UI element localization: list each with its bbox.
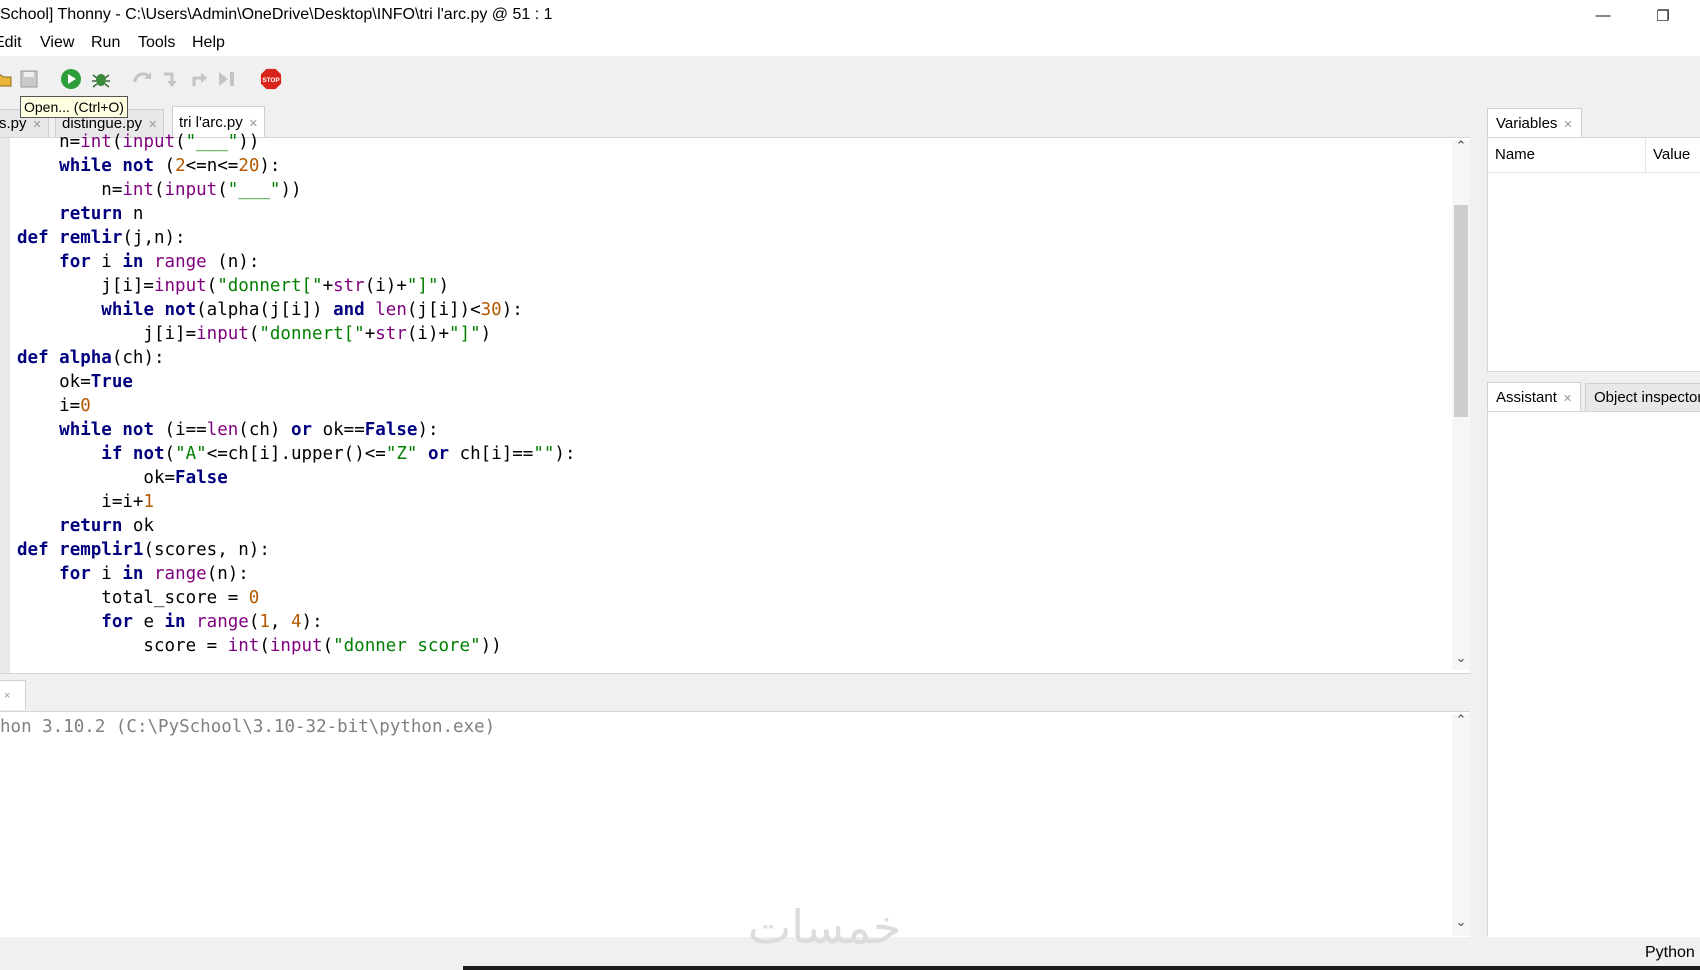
tab-object-inspector[interactable]: Object inspector — [1585, 383, 1700, 411]
code-line[interactable]: def remplir1(scores, n): — [17, 538, 576, 562]
menu-bar: Edit View Run Tools Help — [0, 31, 1700, 56]
code-area[interactable]: n=int(input("___")) while not (2<=n<=20)… — [17, 130, 576, 658]
minimize-button[interactable]: — — [1580, 0, 1626, 31]
step-over-icon[interactable] — [132, 68, 154, 90]
close-icon[interactable]: ✕ — [1563, 119, 1572, 131]
tab-label: tri l'arc.py — [179, 114, 243, 131]
close-icon[interactable]: ✕ — [249, 118, 258, 130]
shell-tab-bar — [0, 673, 1470, 712]
code-line[interactable]: j[i]=input("donnert["+str(i)+"]") — [17, 274, 576, 298]
code-line[interactable]: while not (i==len(ch) or ok==False): — [17, 418, 576, 442]
code-line[interactable]: n=int(input("___")) — [17, 130, 576, 154]
tooltip: Open... (Ctrl+O) — [20, 96, 128, 118]
save-icon[interactable] — [18, 68, 40, 90]
code-line[interactable]: i=i+1 — [17, 490, 576, 514]
window-title: School] Thonny - C:\Users\Admin\OneDrive… — [0, 6, 553, 23]
code-line[interactable]: for i in range (n): — [17, 250, 576, 274]
debug-icon[interactable] — [90, 68, 112, 90]
open-icon[interactable] — [0, 68, 14, 90]
step-out-icon[interactable] — [188, 68, 210, 90]
code-line[interactable]: def alpha(ch): — [17, 346, 576, 370]
stop-icon[interactable]: STOP — [260, 68, 282, 90]
close-icon[interactable]: × — [4, 690, 10, 702]
code-line[interactable]: while not (2<=n<=20): — [17, 154, 576, 178]
column-value[interactable]: Value — [1653, 146, 1690, 163]
toolbar: STOP — [0, 56, 1700, 100]
scroll-down-icon[interactable]: ⌄ — [1452, 650, 1470, 666]
code-line[interactable]: n=int(input("___")) — [17, 178, 576, 202]
menu-view[interactable]: View — [40, 34, 74, 52]
close-icon[interactable]: ✕ — [1563, 393, 1572, 405]
code-line[interactable]: return n — [17, 202, 576, 226]
variables-header: Name Value — [1488, 138, 1700, 173]
code-editor[interactable]: n=int(input("___")) while not (2<=n<=20)… — [0, 132, 1470, 673]
tab-label: Variables — [1496, 115, 1558, 132]
variables-panel: Name Value — [1487, 137, 1700, 372]
tab-assistant[interactable]: Assistant ✕ — [1487, 382, 1582, 412]
code-line[interactable]: def remlir(j,n): — [17, 226, 576, 250]
code-line[interactable]: total_score = 0 — [17, 586, 576, 610]
resume-icon[interactable] — [216, 68, 238, 90]
code-line[interactable]: ok=False — [17, 466, 576, 490]
scroll-thumb[interactable] — [1454, 205, 1468, 417]
code-line[interactable]: i=0 — [17, 394, 576, 418]
taskbar-edge — [463, 966, 1700, 970]
menu-tools[interactable]: Tools — [138, 34, 175, 52]
code-line[interactable]: while not(alpha(j[i]) and len(j[i])<30): — [17, 298, 576, 322]
code-line[interactable]: score = int(input("donner score")) — [17, 634, 576, 658]
menu-edit[interactable]: Edit — [0, 34, 22, 52]
shell-panel[interactable]: hon 3.10.2 (C:\PySchool\3.10-32-bit\pyth… — [0, 711, 1470, 938]
watermark: خمسات — [748, 900, 902, 954]
title-bar: School] Thonny - C:\Users\Admin\OneDrive… — [0, 0, 1700, 31]
code-line[interactable]: return ok — [17, 514, 576, 538]
scroll-down-icon[interactable]: ⌄ — [1452, 914, 1470, 930]
tab-label: Assistant — [1496, 389, 1557, 406]
stop-label: STOP — [262, 77, 280, 84]
column-divider[interactable] — [1645, 138, 1646, 172]
code-line[interactable]: for e in range(1, 4): — [17, 610, 576, 634]
code-line[interactable]: if not("A"<=ch[i].upper()<="Z" or ch[i]=… — [17, 442, 575, 466]
column-name[interactable]: Name — [1495, 146, 1535, 163]
tab-variables[interactable]: Variables ✕ — [1487, 108, 1582, 138]
scroll-up-icon[interactable]: ⌃ — [1452, 712, 1470, 728]
run-icon[interactable] — [60, 68, 82, 90]
scroll-up-icon[interactable]: ⌃ — [1452, 138, 1470, 154]
code-line[interactable]: j[i]=input("donnert["+str(i)+"]") — [17, 322, 576, 346]
line-gutter — [0, 138, 10, 673]
code-line[interactable]: for i in range(n): — [17, 562, 576, 586]
step-into-icon[interactable] — [160, 68, 182, 90]
code-line[interactable]: ok=True — [17, 370, 576, 394]
shell-banner: hon 3.10.2 (C:\PySchool\3.10-32-bit\pyth… — [0, 717, 496, 737]
shell-tab[interactable]: × — [0, 680, 26, 710]
menu-run[interactable]: Run — [91, 34, 120, 52]
interpreter-label[interactable]: Python — [1645, 944, 1695, 962]
assistant-panel — [1487, 411, 1700, 939]
menu-help[interactable]: Help — [192, 34, 225, 52]
restore-button[interactable]: ❐ — [1640, 0, 1686, 31]
shell-scrollbar[interactable]: ⌃ ⌄ — [1452, 712, 1470, 936]
